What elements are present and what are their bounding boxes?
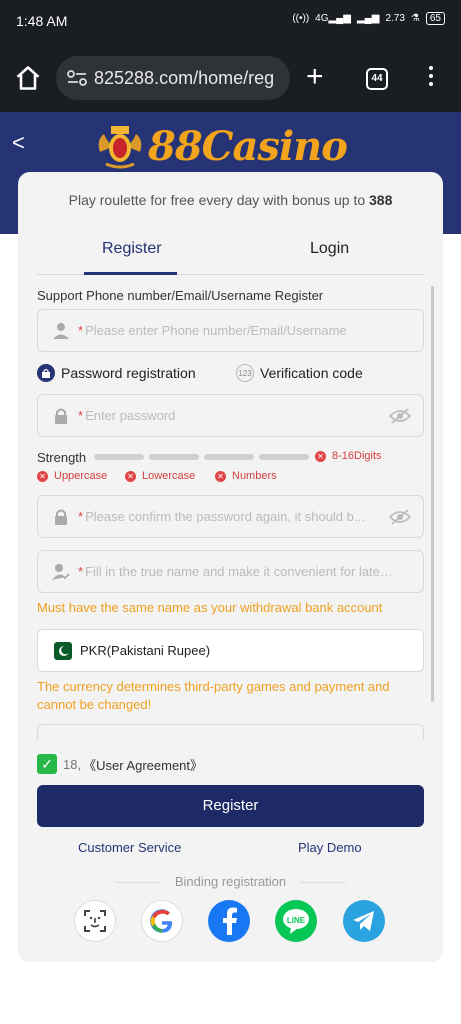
user-check-icon bbox=[52, 563, 70, 580]
account-placeholder: Please enter Phone number/Email/Username bbox=[85, 323, 347, 338]
telegram-icon[interactable] bbox=[343, 900, 385, 942]
rule-numbers: ✕ Numbers bbox=[215, 470, 277, 482]
tab-switcher-button[interactable]: 44 bbox=[366, 68, 388, 90]
currency-value: PKR(Pakistani Rupee) bbox=[80, 643, 211, 658]
binding-label: Binding registration bbox=[174, 874, 287, 889]
face-id-icon[interactable] bbox=[74, 900, 116, 942]
net-speed: 2.73 bbox=[385, 13, 405, 24]
crest-icon bbox=[98, 126, 142, 169]
password-input[interactable]: * Enter password bbox=[37, 394, 424, 437]
verification-code-label: Verification code bbox=[260, 365, 363, 381]
eye-off-icon[interactable] bbox=[389, 407, 411, 425]
user-agreement-link[interactable]: 《User Agreement》 bbox=[83, 755, 203, 774]
status-time: 1:48 AM bbox=[16, 13, 68, 29]
verification-code-option[interactable]: 123 Verification code bbox=[236, 364, 363, 382]
tab-login[interactable]: Login bbox=[310, 240, 349, 258]
strength-bar-1 bbox=[94, 454, 144, 460]
lock-icon bbox=[55, 408, 67, 424]
status-icons: ((•)) 4G▂▄▆ ▂▄▆ 2.73 ⚗ 65 bbox=[292, 12, 445, 25]
signal-icon-2: ▂▄▆ bbox=[356, 13, 380, 24]
name-warning: Must have the same name as your withdraw… bbox=[37, 600, 383, 615]
google-icon[interactable] bbox=[141, 900, 183, 942]
customer-service-link[interactable]: Customer Service bbox=[78, 840, 181, 855]
real-name-placeholder: Fill in the true name and make it conven… bbox=[85, 564, 396, 579]
battery-icon: 65 bbox=[425, 12, 445, 25]
promo-text: Play roulette for free every day with bo… bbox=[68, 192, 366, 208]
confirm-placeholder: Please confirm the password again, it sh… bbox=[85, 509, 365, 524]
strength-label: Strength bbox=[37, 450, 87, 465]
status-bar: 1:48 AM ((•)) 4G▂▄▆ ▂▄▆ 2.73 ⚗ 65 bbox=[0, 0, 461, 44]
support-label: Support Phone number/Email/Username Regi… bbox=[37, 288, 324, 303]
logo-text: 88Casino bbox=[148, 122, 348, 170]
x-icon: ✕ bbox=[215, 470, 226, 482]
back-icon[interactable]: < bbox=[12, 130, 25, 156]
rule-length: ✕ 8-16Digits bbox=[315, 450, 382, 462]
password-placeholder: Enter password bbox=[85, 408, 176, 423]
divider-right bbox=[300, 882, 346, 883]
more-menu-icon[interactable] bbox=[428, 66, 434, 90]
promo-banner: Play roulette for free every day with bo… bbox=[18, 192, 443, 208]
new-tab-icon[interactable]: + bbox=[306, 62, 324, 92]
register-card: Play roulette for free every day with bo… bbox=[18, 172, 443, 962]
signal-icon: 4G▂▄▆ bbox=[315, 13, 351, 24]
currency-select[interactable]: PKR(Pakistani Rupee) bbox=[37, 629, 424, 672]
user-icon bbox=[53, 322, 69, 339]
register-button[interactable]: Register bbox=[37, 785, 424, 827]
lock-icon bbox=[55, 509, 67, 525]
password-registration-option[interactable]: Password registration bbox=[37, 364, 196, 382]
confirm-password-input[interactable]: * Please confirm the password again, it … bbox=[37, 495, 424, 538]
facebook-icon[interactable] bbox=[208, 900, 250, 942]
pakistan-flag-icon bbox=[54, 641, 72, 660]
site-settings-icon[interactable] bbox=[66, 69, 88, 87]
eye-off-icon[interactable] bbox=[389, 508, 411, 526]
play-demo-link[interactable]: Play Demo bbox=[298, 840, 362, 855]
agreement-age: 18, bbox=[63, 756, 82, 772]
line-icon-text: LINE bbox=[287, 916, 306, 925]
x-icon: ✕ bbox=[125, 470, 136, 482]
line-icon[interactable]: LINE bbox=[275, 900, 317, 942]
url-text: 825288.com/home/reg bbox=[94, 67, 275, 88]
promo-amount: 388 bbox=[369, 192, 393, 208]
form-scrollbar[interactable] bbox=[431, 286, 434, 702]
strength-bar-2 bbox=[149, 454, 199, 460]
alarm-icon: ⚗ bbox=[410, 13, 420, 24]
lock-icon bbox=[37, 364, 55, 382]
tab-active-indicator bbox=[84, 272, 177, 275]
x-icon: ✕ bbox=[37, 470, 48, 482]
x-icon: ✕ bbox=[315, 450, 326, 462]
site-logo: 88Casino bbox=[94, 122, 348, 170]
password-registration-label: Password registration bbox=[61, 365, 196, 381]
account-input[interactable]: * Please enter Phone number/Email/Userna… bbox=[37, 309, 424, 352]
rule-lowercase: ✕ Lowercase bbox=[125, 470, 195, 482]
agreement-checkbox[interactable]: ✓ bbox=[37, 754, 57, 774]
numbers-icon: 123 bbox=[236, 364, 254, 382]
real-name-input[interactable]: * Fill in the true name and make it conv… bbox=[37, 550, 424, 593]
tab-register[interactable]: Register bbox=[102, 240, 162, 258]
strength-bar-3 bbox=[204, 454, 254, 460]
home-icon[interactable] bbox=[14, 64, 42, 92]
strength-bar-4 bbox=[259, 454, 309, 460]
rule-uppercase: ✕ Uppercase bbox=[37, 470, 107, 482]
address-bar[interactable]: 825288.com/home/reg bbox=[56, 56, 290, 100]
currency-warning: The currency determines third-party game… bbox=[37, 679, 390, 712]
next-field-partial bbox=[37, 724, 424, 740]
user-agreement[interactable]: ✓ 18, 《User Agreement》 bbox=[37, 754, 203, 774]
browser-toolbar: 825288.com/home/reg + 44 bbox=[0, 44, 461, 112]
hotspot-icon: ((•)) bbox=[292, 13, 310, 24]
